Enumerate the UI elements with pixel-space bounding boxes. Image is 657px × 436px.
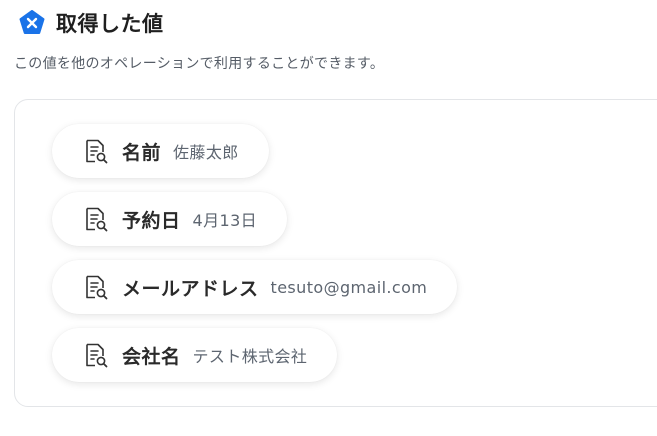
field-value: tesuto@gmail.com: [270, 277, 428, 297]
page-subtitle: この値を他のオペレーションで利用することができます。: [14, 56, 385, 72]
field-label: 会社名: [122, 345, 181, 368]
header: 取得した値: [18, 8, 164, 38]
page-title: 取得した値: [56, 12, 164, 36]
field-label: メールアドレス: [122, 277, 259, 300]
value-chip-reservation-date[interactable]: 予約日 4月13日: [52, 192, 288, 246]
value-chip-company-name[interactable]: 会社名 テスト株式会社: [52, 328, 338, 382]
field-value: 佐藤太郎: [173, 143, 239, 162]
document-search-icon: [82, 137, 110, 165]
value-chip-name[interactable]: 名前 佐藤太郎: [52, 124, 269, 178]
close-x-pentagon-icon: [18, 9, 46, 37]
retrieved-values-screen: 取得した値 この値を他のオペレーションで利用することができます。 名前 佐藤太郎: [0, 0, 657, 436]
document-search-icon: [82, 205, 110, 233]
field-value: 4月13日: [192, 211, 258, 230]
document-search-icon: [82, 341, 110, 369]
field-label: 名前: [122, 141, 162, 164]
field-value: テスト株式会社: [192, 347, 308, 366]
field-label: 予約日: [122, 209, 181, 232]
document-search-icon: [82, 273, 110, 301]
value-chip-email[interactable]: メールアドレス tesuto@gmail.com: [52, 260, 458, 314]
